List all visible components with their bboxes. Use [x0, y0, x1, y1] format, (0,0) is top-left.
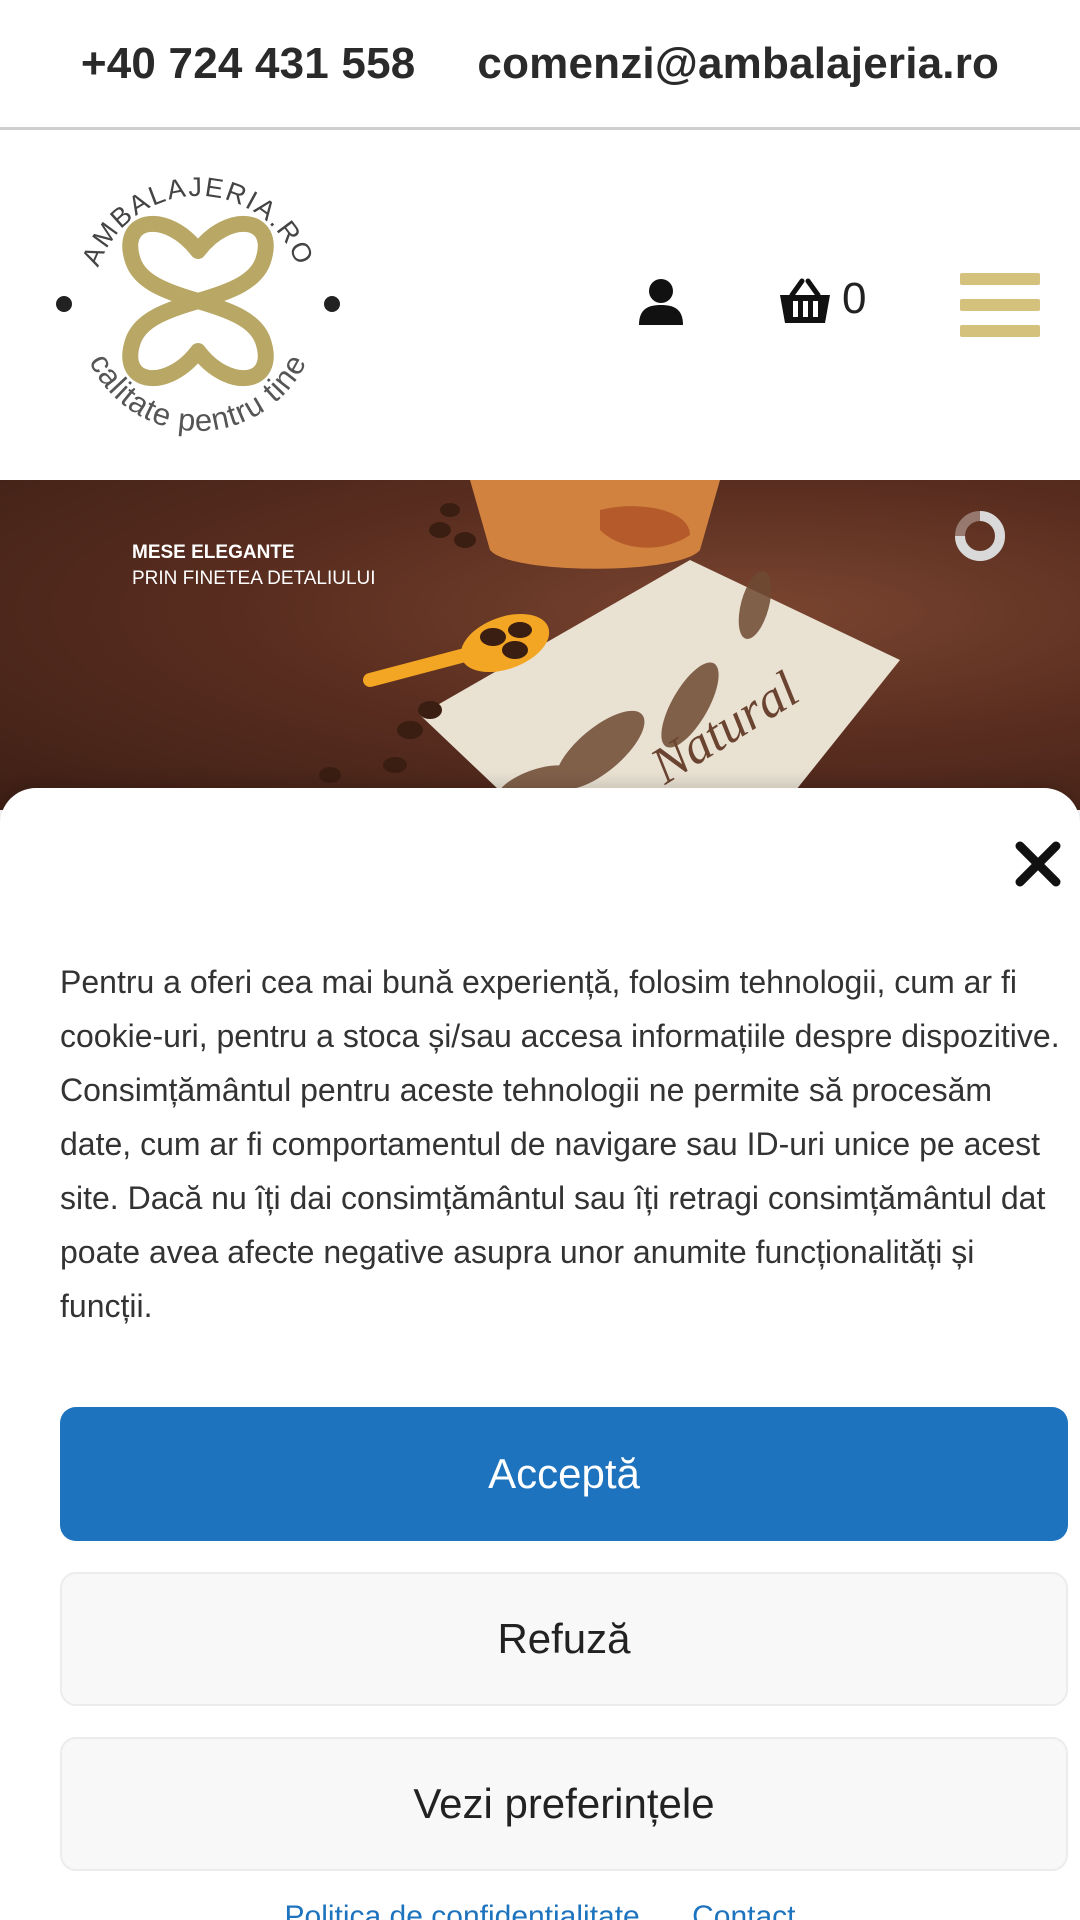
refuse-button[interactable]: Refuză	[60, 1572, 1068, 1706]
email-link[interactable]: comenzi@ambalajeria.ro	[477, 39, 999, 89]
hero-subheading: PRIN FINETEA DETALIULUI	[132, 568, 376, 589]
basket-icon[interactable]	[776, 277, 834, 327]
phone-link[interactable]: +40 724 431 558	[81, 39, 416, 89]
hero-banner[interactable]: Natural MESE ELEGANTE PRIN FINETEA DETAL…	[0, 480, 1080, 810]
contact-bar: +40 724 431 558 comenzi@ambalajeria.ro	[0, 0, 1080, 130]
contact-link[interactable]: Contact	[692, 1900, 795, 1920]
site-header: AMBALAJERIA.RO calitate pentru tine 0	[0, 133, 1080, 480]
hero-image: Natural	[290, 480, 900, 810]
loading-spinner-icon	[955, 511, 1005, 561]
close-icon[interactable]	[1014, 840, 1062, 888]
cart-count[interactable]: 0	[842, 274, 866, 324]
ambalajeria-logo[interactable]: AMBALAJERIA.RO calitate pentru tine	[48, 151, 348, 451]
view-preferences-button[interactable]: Vezi preferințele	[60, 1737, 1068, 1871]
cookie-message: Pentru a oferi cea mai bună experiență, …	[60, 964, 1060, 1324]
accept-button[interactable]: Acceptă	[60, 1407, 1068, 1541]
hamburger-menu-icon[interactable]	[960, 273, 1040, 337]
user-icon[interactable]	[636, 277, 686, 327]
hero-heading: MESE ELEGANTE	[132, 542, 295, 563]
cookie-footer-links: Politica de confidentialitate Contact	[0, 1900, 1080, 1920]
privacy-policy-link[interactable]: Politica de confidentialitate	[285, 1900, 640, 1920]
